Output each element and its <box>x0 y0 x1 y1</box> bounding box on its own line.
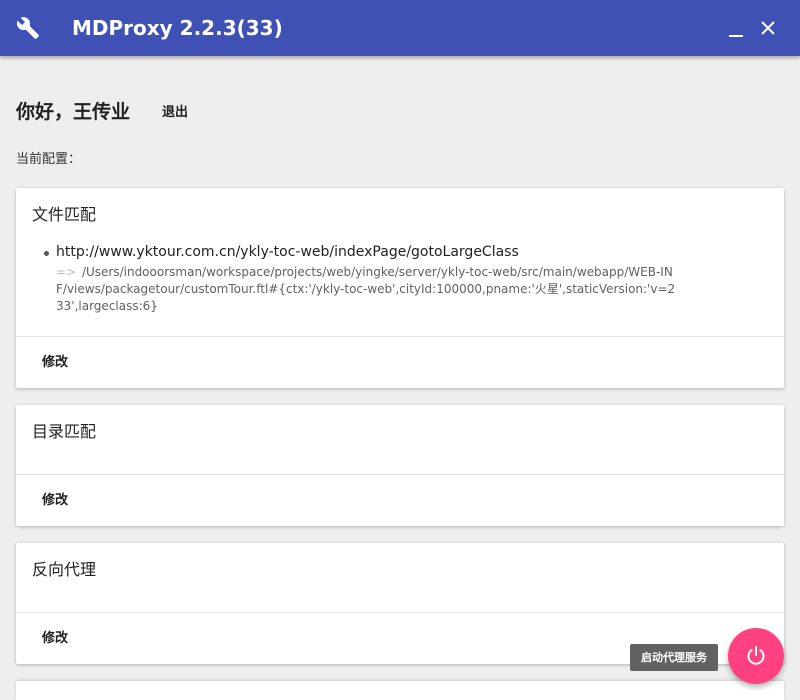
user-greeting: 你好，王传业 <box>16 101 131 123</box>
next-card-edge <box>16 681 784 700</box>
title-bar: MDProxy 2.2.3(33) <box>0 0 800 56</box>
minimize-icon[interactable] <box>724 16 748 40</box>
rule-target-path: /Users/indooorsman/workspace/projects/we… <box>56 265 676 313</box>
app-title: MDProxy 2.2.3(33) <box>72 16 283 40</box>
start-proxy-button[interactable] <box>728 628 784 684</box>
card-title: 文件匹配 <box>32 205 97 224</box>
start-proxy-tooltip: 启动代理服务 <box>630 644 718 671</box>
divider <box>16 336 784 337</box>
rule-target: => /Users/indooorsman/workspace/projects… <box>56 264 676 315</box>
edit-button[interactable]: 修改 <box>42 354 68 372</box>
directory-match-card: 目录匹配 修改 <box>16 405 784 526</box>
logout-link[interactable]: 退出 <box>162 104 188 122</box>
list-item: http://www.yktour.com.cn/ykly-toc-web/in… <box>44 242 696 315</box>
edit-button[interactable]: 修改 <box>42 630 68 648</box>
card-title: 反向代理 <box>32 560 97 579</box>
edit-button[interactable]: 修改 <box>42 492 68 510</box>
rule-source-url: http://www.yktour.com.cn/ykly-toc-web/in… <box>56 244 519 260</box>
power-icon <box>747 646 765 665</box>
file-match-card: 文件匹配 http://www.yktour.com.cn/ykly-toc-w… <box>16 188 784 388</box>
divider <box>16 612 784 613</box>
arrow-icon: => <box>56 265 77 279</box>
bullet-icon <box>44 251 49 256</box>
divider <box>16 474 784 475</box>
wrench-icon <box>16 17 39 39</box>
close-icon[interactable] <box>756 16 780 40</box>
current-config-label: 当前配置： <box>16 152 82 167</box>
card-title: 目录匹配 <box>32 422 97 441</box>
